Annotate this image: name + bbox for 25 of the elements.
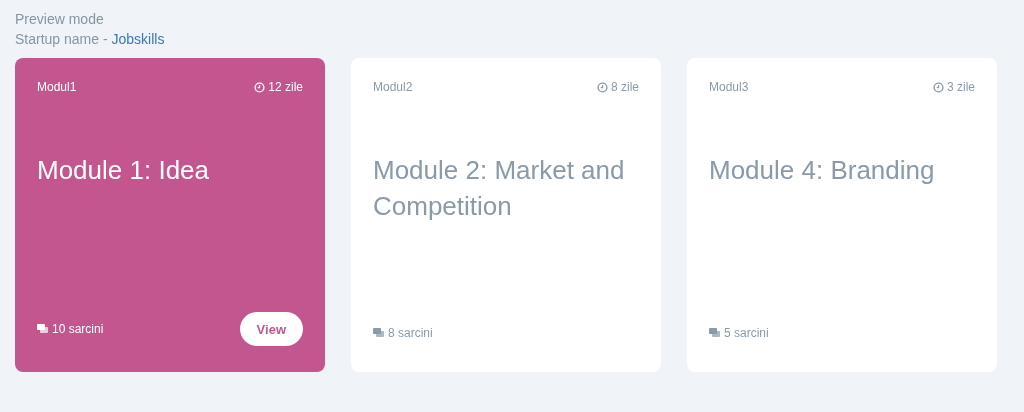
module-code: Modul1 <box>37 80 77 94</box>
duration-label: 3 zile <box>947 80 975 94</box>
module-title: Module 1: Idea <box>37 154 210 187</box>
duration-label: 8 zile <box>611 80 639 94</box>
tasks-icon <box>37 324 49 334</box>
startup-name-label: Startup name - <box>15 31 109 47</box>
module-title: Module 4: Branding <box>709 154 936 187</box>
clock-icon <box>254 81 266 93</box>
tasks-icon <box>709 328 721 338</box>
preview-mode-label: Preview mode <box>15 10 105 29</box>
clock-icon <box>597 81 608 93</box>
module-title: Module 2: Market and Competition <box>373 154 626 223</box>
clock-icon <box>933 81 944 93</box>
tasks-count: 10 sarcini <box>52 322 104 336</box>
duration-label: 12 zile <box>268 80 303 94</box>
module-card[interactable]: Modul2 8 zile Module 2: Market and Competition 8 sarcini <box>351 58 661 372</box>
tasks-count: 8 sarcini <box>388 326 433 340</box>
tasks-icon <box>373 328 385 338</box>
module-card[interactable]: Modul1 12 zile Module 1: Idea 10 sarcini View <box>15 58 325 372</box>
tasks-count: 5 sarcini <box>724 326 769 340</box>
module-card[interactable]: Modul3 3 zile Module 4: Branding 5 sarcini <box>687 58 997 372</box>
view-button[interactable]: View <box>239 312 303 346</box>
startup-link[interactable]: Jobskills <box>111 31 165 47</box>
module-code: Modul3 <box>709 80 749 94</box>
module-code: Modul2 <box>373 80 413 94</box>
